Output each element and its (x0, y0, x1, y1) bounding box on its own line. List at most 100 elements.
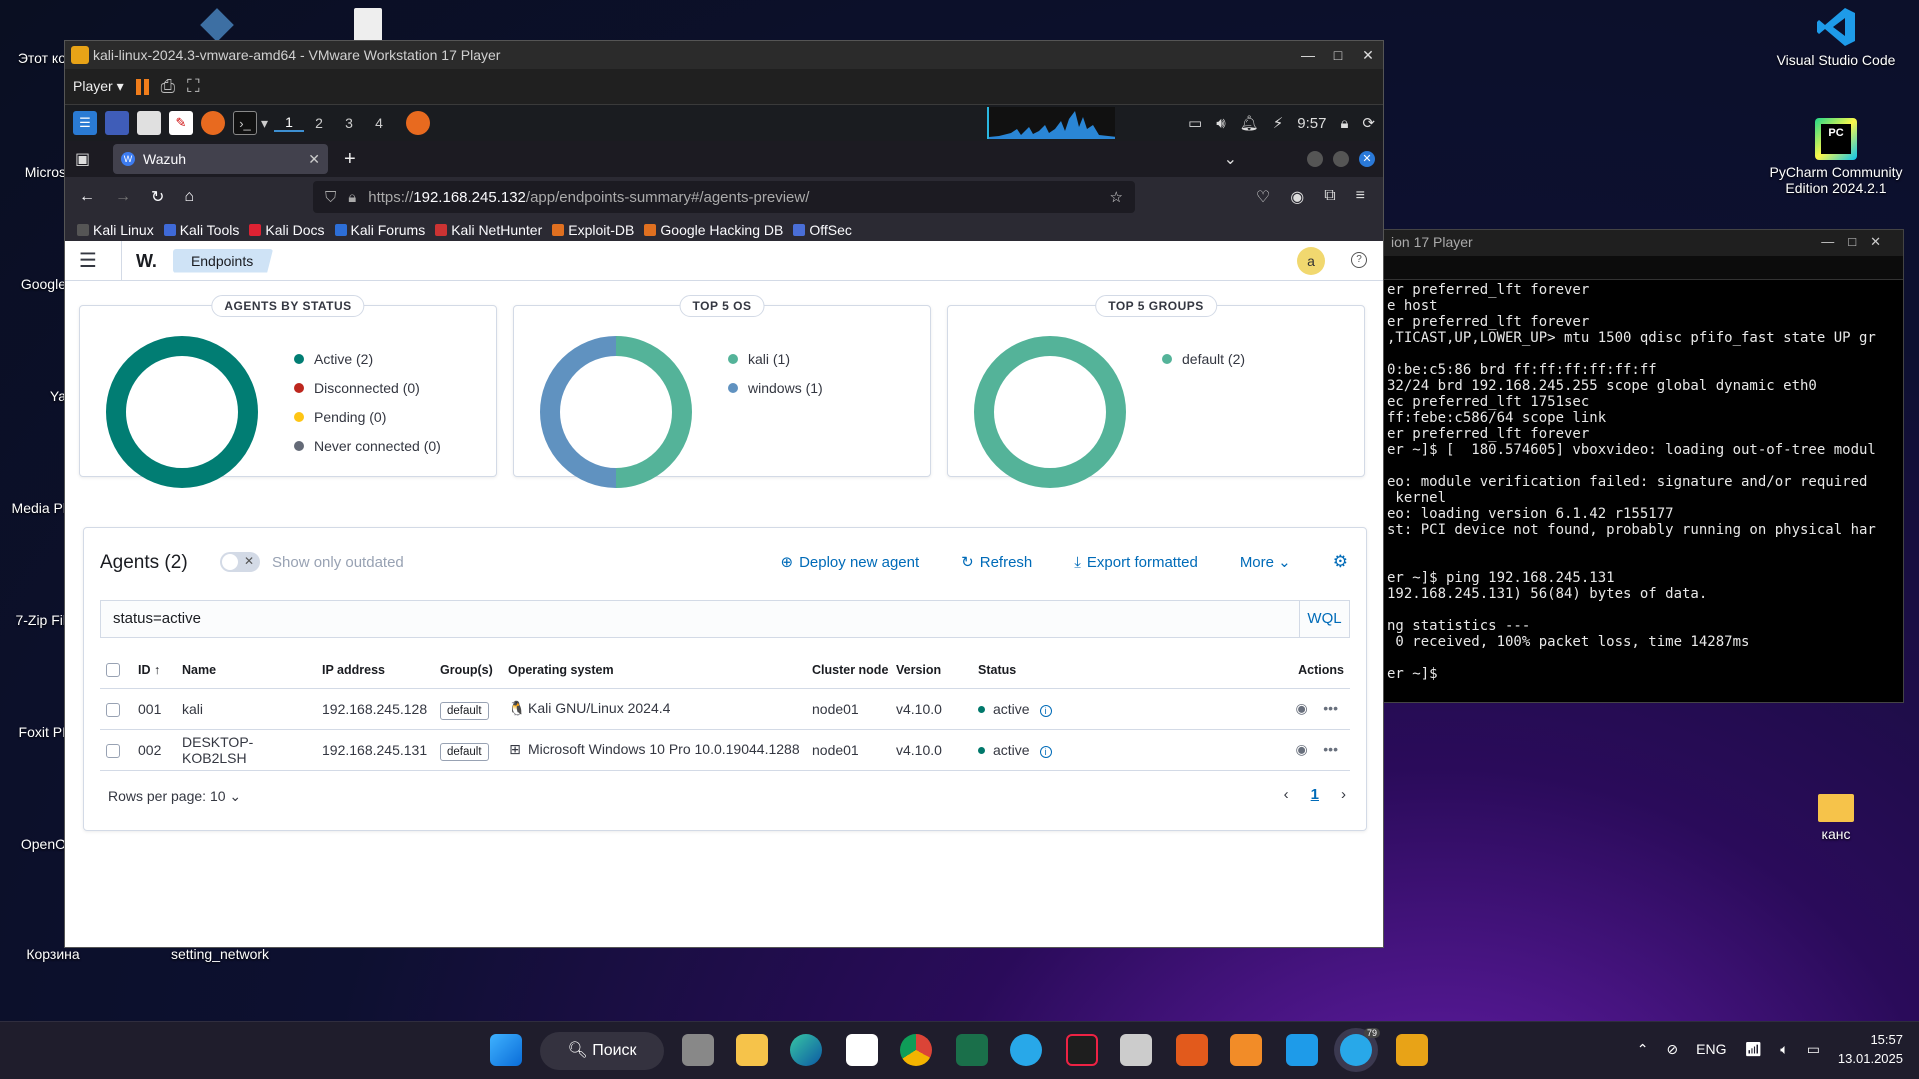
desktop-icon-google-chrome[interactable]: Google (0, 276, 70, 292)
bookmark-star-icon[interactable]: ☆ (1110, 188, 1123, 206)
close-tab-icon[interactable]: ✕ (308, 151, 320, 168)
battery-icon[interactable]: ▭ (1807, 1041, 1820, 1058)
bookmark-item[interactable]: Exploit-DB (552, 222, 634, 238)
table-row[interactable]: 002 DESKTOP-KOB2LSH 192.168.245.131 default… (100, 729, 1350, 771)
close-button[interactable]: ✕ (1353, 41, 1383, 69)
shield-icon[interactable]: ⛉ (325, 189, 336, 206)
bookmark-item[interactable]: Google Hacking DB (644, 222, 783, 238)
legend-item[interactable]: Active (2) (294, 344, 441, 373)
workspace-4[interactable]: 4 (364, 115, 394, 131)
bookmark-item[interactable]: Kali NetHunter (435, 222, 542, 238)
legend-item[interactable]: Pending (0) (294, 402, 441, 431)
url-bar[interactable]: ⛉ 🔒︎ https://192.168.245.132/app/endpoin… (313, 181, 1135, 213)
send-ctrl-alt-del-icon[interactable]: ⎙ (161, 76, 175, 97)
tab-overview-icon[interactable]: ▣ (75, 149, 90, 169)
task-view-icon[interactable] (682, 1034, 714, 1066)
rows-per-page-select[interactable]: Rows per page: 10 ⌄ (108, 788, 241, 805)
group-badge[interactable]: default (440, 742, 489, 761)
page-1-button[interactable]: 1 (1311, 786, 1319, 803)
lock-icon[interactable]: 🔒︎ (348, 189, 356, 206)
terminal-output[interactable]: er preferred_lft forever e host er prefe… (1383, 280, 1903, 684)
column-ip[interactable]: IP address (316, 652, 434, 689)
terminal-icon[interactable]: ›_ (233, 111, 257, 135)
account-icon[interactable]: ◉ (1290, 187, 1304, 207)
vmware-taskbar-icon[interactable] (1396, 1034, 1428, 1066)
terminal-titlebar[interactable]: ion 17 Player —□✕ (1383, 230, 1903, 256)
back-icon[interactable]: ← (79, 188, 95, 206)
extensions-icon[interactable]: ⧉ (1324, 187, 1335, 207)
desktop-icon-recycle-bin[interactable]: Корзина (0, 946, 110, 962)
bookmark-item[interactable]: Kali Forums (334, 222, 425, 238)
column-status[interactable]: Status (972, 652, 1080, 689)
reload-icon[interactable]: ↻ (151, 187, 164, 207)
vmware-titlebar[interactable]: kali-linux-2024.3-vmware-amd64 - VMware … (65, 41, 1383, 69)
row-checkbox[interactable] (106, 743, 120, 758)
sublime-icon[interactable] (1176, 1034, 1208, 1066)
column-groups[interactable]: Group(s) (434, 652, 502, 689)
refresh-button[interactable]: ↻ Refresh (961, 553, 1032, 571)
ms-store-icon[interactable] (846, 1034, 878, 1066)
tab-wazuh[interactable]: W Wazuh ✕ (113, 144, 328, 174)
group-badge[interactable]: default (440, 701, 489, 720)
export-formatted-button[interactable]: ⤓ Export formatted (1074, 554, 1198, 571)
new-tab-button[interactable]: + (344, 148, 356, 171)
maximize-dot[interactable] (1333, 151, 1349, 167)
text-editor-icon[interactable]: ✎ (169, 111, 193, 135)
notepad-icon[interactable] (1120, 1034, 1152, 1066)
panel-clock[interactable]: 9:57 (1297, 115, 1326, 132)
select-all-checkbox[interactable] (106, 663, 120, 678)
hamburger-menu-icon[interactable]: ≡ (1356, 187, 1365, 207)
speaker-icon[interactable]: 🔈︎ (1780, 1041, 1788, 1058)
chevron-down-icon[interactable]: ▾ (261, 115, 268, 132)
more-actions-icon[interactable]: ••• (1323, 741, 1338, 757)
legend-item[interactable]: kali (1) (728, 344, 823, 373)
bookmark-item[interactable]: Kali Tools (163, 222, 239, 238)
taskbar-clock[interactable]: 15:57 13.01.2025 (1838, 1030, 1903, 1068)
legend-item[interactable]: windows (1) (728, 373, 823, 402)
more-actions-icon[interactable]: ••• (1323, 700, 1338, 716)
edge-icon[interactable] (790, 1034, 822, 1066)
start-windows-icon[interactable] (490, 1034, 522, 1066)
vmware-window[interactable]: kali-linux-2024.3-vmware-amd64 - VMware … (64, 40, 1384, 948)
wifi-icon[interactable]: 📶︎ (1745, 1041, 1763, 1058)
legend-item[interactable]: Never connected (0) (294, 431, 441, 460)
pause-icon[interactable] (135, 78, 149, 95)
table-row[interactable]: 001 kali 192.168.245.128 default 🐧 Kali GNU/L… (100, 688, 1350, 730)
next-page-icon[interactable]: › (1341, 786, 1346, 803)
volume-icon[interactable]: 🔊︎ (1216, 115, 1225, 132)
desktop-icon-microsoft-edge[interactable]: Micros (0, 164, 70, 180)
taskbar-search[interactable]: 🔍︎ Поиск (540, 1032, 664, 1070)
document-icon[interactable] (354, 8, 382, 42)
player-menu[interactable]: Player ▾ (73, 78, 124, 95)
desktop-icon-folder-kanc[interactable]: канс (1801, 794, 1871, 842)
desktop-icon-foxit[interactable]: Foxit PI (0, 724, 70, 740)
desktop-icon-this-pc[interactable]: Этот ко (0, 50, 70, 66)
language-indicator[interactable]: ENG (1696, 1041, 1726, 1057)
info-icon[interactable]: i (1039, 704, 1052, 717)
fullscreen-icon[interactable]: ⛶ (187, 76, 200, 97)
desktop-icon-7zip[interactable]: 7-Zip Fil (0, 612, 70, 628)
file-explorer-icon[interactable] (736, 1034, 768, 1066)
window-icon[interactable]: ▭ (1188, 114, 1202, 132)
virtualbox-icon[interactable] (200, 8, 234, 42)
terminal-window[interactable]: ion 17 Player —□✕ er preferred_lft forev… (1382, 229, 1904, 703)
pocket-icon[interactable]: ♡ (1256, 187, 1270, 207)
telegram-active-icon[interactable]: 79 (1340, 1028, 1380, 1066)
previous-page-icon[interactable]: ‹ (1284, 786, 1289, 803)
power-icon[interactable]: ⚡︎ (1273, 114, 1284, 132)
row-checkbox[interactable] (106, 702, 120, 717)
workspace-3[interactable]: 3 (334, 115, 364, 131)
show-outdated-toggle[interactable]: ✕ (220, 552, 260, 572)
maximize-button[interactable]: □ (1323, 41, 1353, 69)
help-icon[interactable]: ? (1351, 252, 1367, 268)
logout-icon[interactable]: ⟳ (1362, 114, 1375, 132)
lock-icon[interactable]: 🔒︎ (1340, 115, 1348, 132)
bookmark-item[interactable]: OffSec (793, 222, 852, 238)
desktop-icon-media-player[interactable]: Media Pl (0, 500, 70, 516)
wazuh-logo[interactable]: W. (120, 240, 157, 281)
workspace-2[interactable]: 2 (304, 115, 334, 131)
firefox-window-icon[interactable] (406, 111, 431, 135)
figma-icon[interactable] (1066, 1034, 1098, 1066)
settings-gear-icon[interactable]: ⚙ (1333, 552, 1348, 572)
search-input[interactable]: status=active WQL (100, 600, 1350, 638)
